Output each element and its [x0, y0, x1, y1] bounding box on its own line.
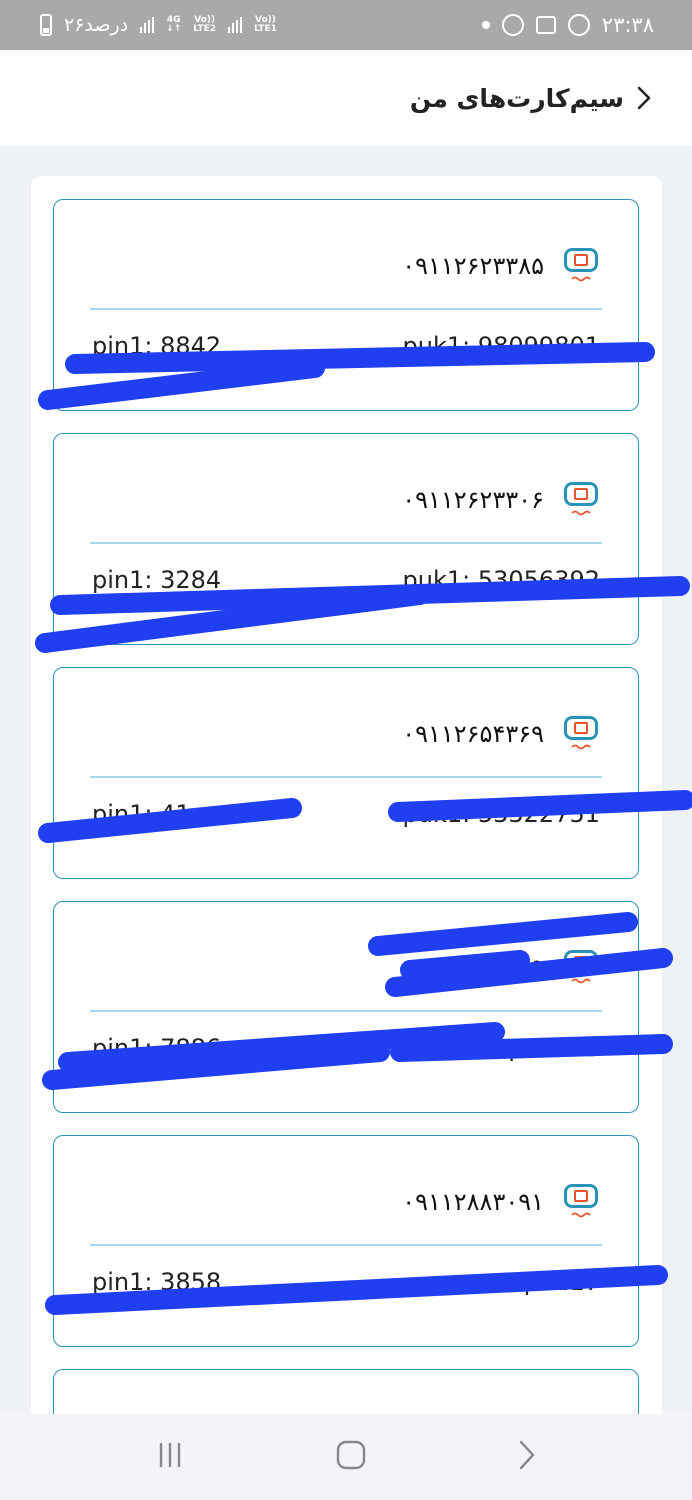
- sim-card-item[interactable]: [53, 1369, 639, 1480]
- gallery-icon: [535, 16, 556, 34]
- card-divider: [90, 1244, 602, 1246]
- battery-level: ۲۶درصد: [64, 14, 129, 36]
- notification-dot-icon: [481, 21, 490, 29]
- pin-code: pin1: 3284: [92, 566, 222, 594]
- sim-card-item[interactable]: ۰۹ pin1: 7886 p99323: [53, 901, 639, 1113]
- card-divider: [90, 776, 602, 778]
- sim-card-icon: [562, 948, 600, 988]
- sim-card-item[interactable]: ۰۹۱۱۲۸۸۳۰۹۱ pin1: 3858 p1217: [53, 1135, 639, 1347]
- sim-phone-number: ۰۹۱۱۲۶۲۳۳۸۵: [402, 252, 544, 280]
- sim-number-row: ۰۹: [518, 948, 600, 988]
- system-navigation-bar: [0, 1414, 692, 1500]
- volte2-icon: Vo)) LTE2: [193, 15, 217, 34]
- recent-apps-icon: [159, 1443, 181, 1467]
- signal-icon: [140, 17, 155, 33]
- puk-code: puk1: 53322751: [402, 800, 600, 828]
- status-left: ۲۶درصد 4G ↓↑ Vo)) LTE2 Vo)) LTE1: [40, 14, 277, 36]
- sim-number-row: ۰۹۱۱۲۶۲۳۳۸۵: [402, 246, 600, 286]
- sim-card-icon: [562, 480, 600, 520]
- sim-card-item[interactable]: ۰۹۱۱۲۶۲۳۳۸۵ pin1: 8842 puk1: 98099801: [53, 199, 639, 411]
- puk-code: puk1: 53056392: [402, 566, 600, 594]
- sim-card-icon: [562, 1182, 600, 1222]
- puk-code: p1217: [523, 1268, 600, 1296]
- sim-card-icon: [562, 714, 600, 754]
- sim-number-row: ۰۹۱۱۲۸۸۳۰۹۱: [402, 1182, 600, 1222]
- pin-code: pin1: 7886: [92, 1034, 222, 1062]
- pin-code: pin1: 3858: [92, 1268, 222, 1296]
- sim-number-row: ۰۹۱۱۲۶۲۳۳۰۶: [402, 480, 600, 520]
- sim-phone-number: ۰۹۱۱۲۶۲۳۳۰۶: [402, 486, 544, 514]
- back-button[interactable]: [636, 85, 652, 111]
- battery-icon: [40, 14, 52, 36]
- sim-phone-number: ۰۹۱۱۲۶۵۴۳۶۹: [402, 720, 544, 748]
- home-button[interactable]: [335, 1439, 367, 1475]
- puk-code: puk1: 98099801: [402, 332, 600, 360]
- status-bar: ۲۶درصد 4G ↓↑ Vo)) LTE2 Vo)) LTE1 ۲۳:۳۸: [0, 0, 692, 50]
- puk-code: p99323: [508, 1034, 600, 1062]
- app-notification-icon: [501, 14, 524, 36]
- card-divider: [90, 542, 602, 544]
- app-header: سیم‌کارت‌های من: [0, 50, 692, 146]
- sim-card-item[interactable]: ۰۹۱۱۲۶۲۳۳۰۶ pin1: 3284 puk1: 53056392: [53, 433, 639, 645]
- card-divider: [90, 308, 602, 310]
- back-chevron-icon: [519, 1440, 535, 1470]
- clock: ۲۳:۳۸: [601, 13, 654, 37]
- pin-code: pin1: 41: [92, 800, 191, 828]
- browser-icon: [567, 14, 590, 36]
- volte1-icon: Vo)) LTE1: [254, 15, 277, 34]
- sim-card-item[interactable]: ۰۹۱۱۲۶۵۴۳۶۹ pin1: 41 puk1: 53322751: [53, 667, 639, 879]
- page-title: سیم‌کارت‌های من: [409, 83, 624, 113]
- pin-code: pin1: 8842: [92, 332, 222, 360]
- chevron-right-icon: [637, 86, 651, 110]
- status-right: ۲۳:۳۸: [481, 13, 654, 37]
- card-divider: [90, 1010, 602, 1012]
- sim-number-row: ۰۹۱۱۲۶۵۴۳۶۹: [402, 714, 600, 754]
- home-icon: [336, 1440, 366, 1470]
- signal2-icon: [228, 17, 243, 33]
- sim-phone-number: ۰۹۱۱۲۸۸۳۰۹۱: [402, 1188, 544, 1216]
- network-4g-icon: 4G ↓↑: [166, 15, 182, 34]
- sim-phone-number: ۰۹: [518, 954, 544, 982]
- recent-apps-button[interactable]: [155, 1440, 185, 1474]
- sim-card-icon: [562, 246, 600, 286]
- nav-back-button[interactable]: [517, 1439, 537, 1475]
